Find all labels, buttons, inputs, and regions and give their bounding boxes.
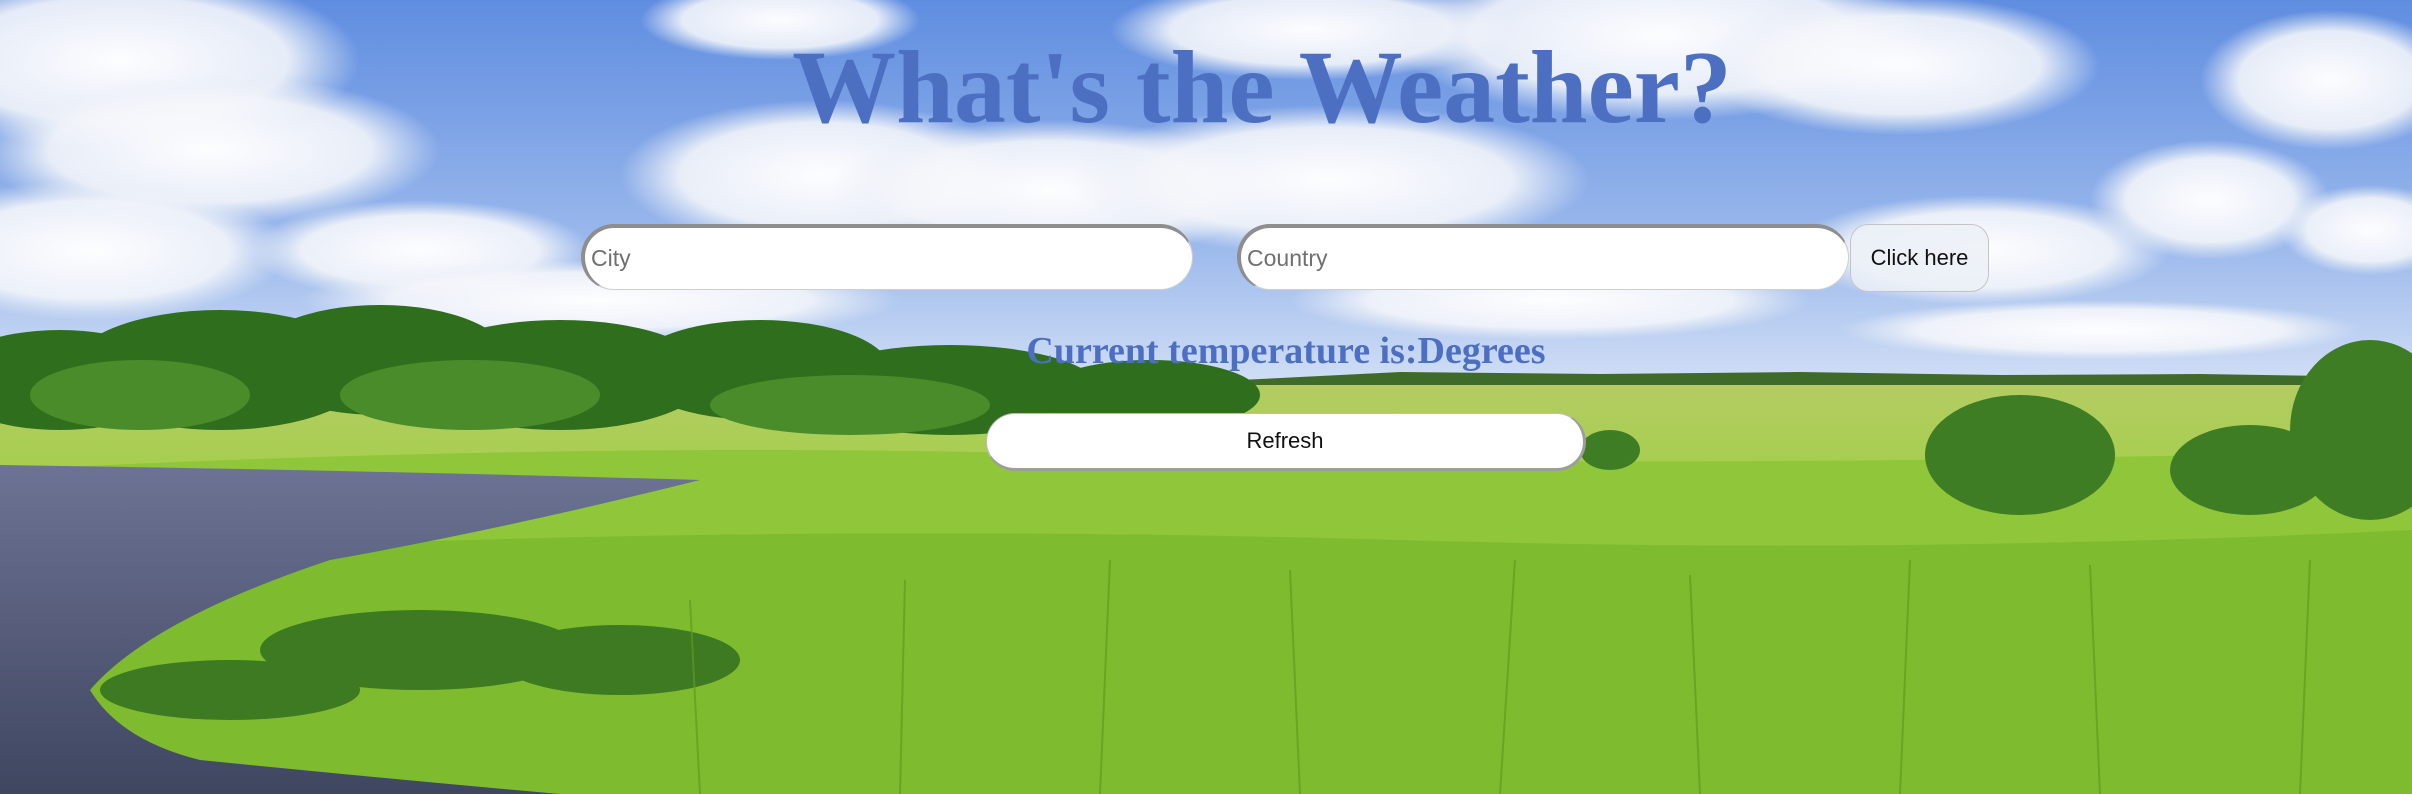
temperature-readout: Current temperature is:Degrees <box>1026 330 1546 372</box>
page-title: What's the Weather? <box>792 30 1732 145</box>
country-input[interactable] <box>1237 224 1849 290</box>
refresh-button[interactable]: Refresh <box>986 413 1586 471</box>
city-input[interactable] <box>581 224 1193 290</box>
search-weather-button[interactable]: Click here <box>1850 224 1989 292</box>
